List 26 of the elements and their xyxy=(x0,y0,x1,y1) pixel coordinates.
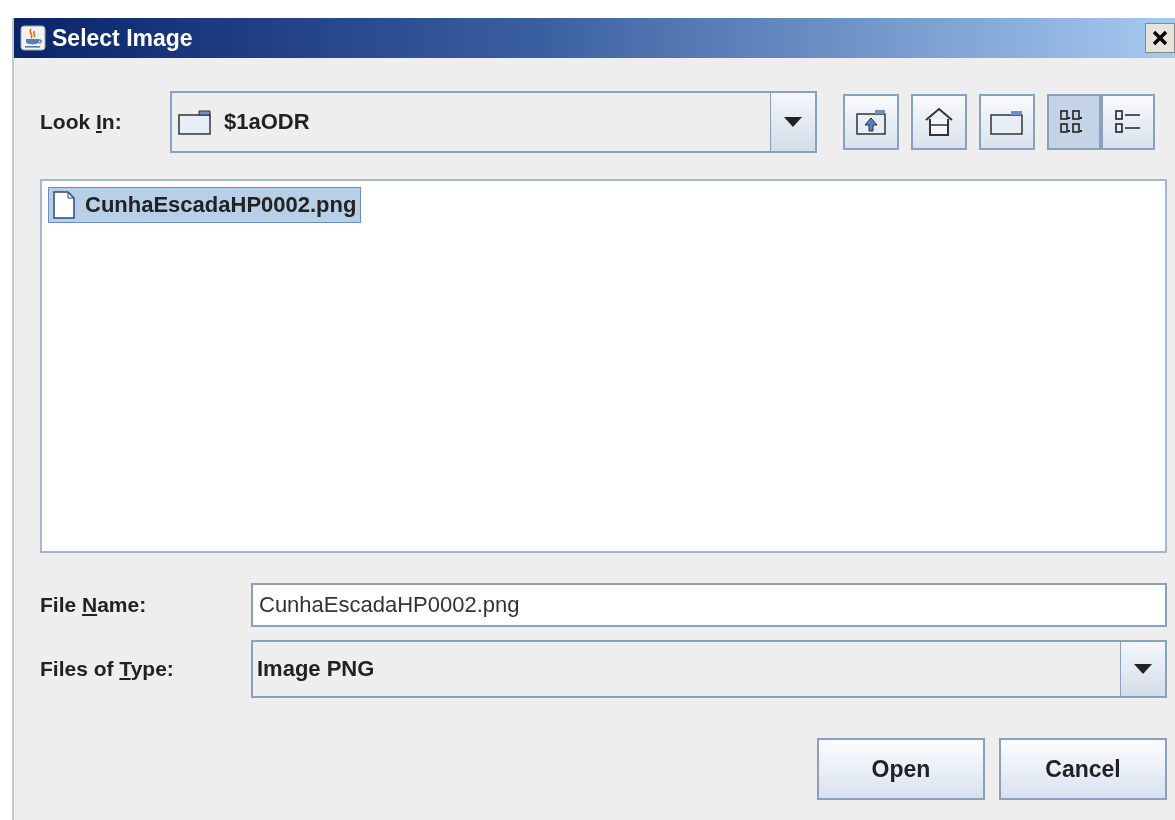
cancel-button[interactable]: Cancel xyxy=(999,738,1167,800)
look-in-label: Look In: xyxy=(40,110,123,134)
open-button[interactable]: Open xyxy=(817,738,985,800)
file-type-dropdown[interactable]: Image PNG xyxy=(251,640,1167,698)
home-button[interactable] xyxy=(911,94,967,150)
file-icon xyxy=(53,191,75,219)
file-type-label: Files of Type: xyxy=(40,657,175,681)
close-button[interactable] xyxy=(1145,23,1175,53)
look-in-value: $1aODR xyxy=(223,109,311,135)
folder-icon xyxy=(990,109,1024,135)
window-title: Select Image xyxy=(52,24,193,52)
close-icon xyxy=(1151,29,1169,47)
folder-up-arrow-icon xyxy=(855,108,887,136)
details-view-button[interactable] xyxy=(1101,94,1155,150)
coffee-cup-icon xyxy=(20,25,46,51)
file-type-value: Image PNG xyxy=(256,656,376,682)
details-view-icon xyxy=(1113,108,1143,136)
list-view-button[interactable] xyxy=(1047,94,1101,150)
up-folder-button[interactable] xyxy=(843,94,899,150)
file-item[interactable]: CunhaEscadaHP0002.png xyxy=(48,187,362,223)
file-name-label: File Name: xyxy=(40,593,148,617)
new-folder-button[interactable] xyxy=(979,94,1035,150)
house-icon xyxy=(923,107,955,137)
file-name-field[interactable]: CunhaEscadaHP0002.png xyxy=(251,583,1167,627)
folder-icon xyxy=(178,109,212,135)
look-in-dropdown[interactable]: $1aODR xyxy=(170,91,817,153)
